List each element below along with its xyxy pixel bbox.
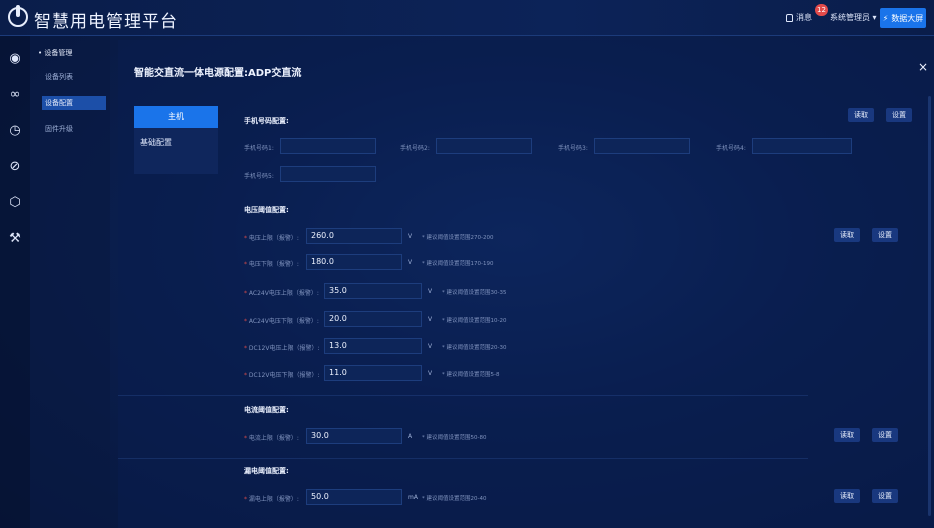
voltage-hint: * 建议阈值设置范围30-35 [442,290,507,296]
current-upper-input[interactable]: 30.0 [306,428,402,444]
section-divider [118,458,808,459]
voltage-row-label: * AC24V电压上限（报警）: [244,290,319,297]
phone-2-label: 手机号码2: [400,145,430,152]
leakage-upper-input[interactable]: 50.0 [306,489,402,505]
current-row-label: * 电流上限（报警）: [244,435,299,442]
nav-group-device[interactable]: • 设备管理 [38,48,72,58]
tab-basic-config[interactable]: 基础配置 [134,132,218,154]
current-unit: A [408,433,413,440]
voltage-set-button[interactable]: 设置 [872,228,898,242]
leakage-row-label: * 漏电上限（报警）: [244,496,299,503]
leakage-set-button[interactable]: 设置 [872,489,898,503]
ac24v-lower-input[interactable]: 20.0 [324,311,422,327]
phone-4-label: 手机号码4: [716,145,746,152]
current-hint: * 建议阈值设置范围50-80 [422,435,487,441]
side-nav: • 设备管理 设备列表 设备配置 固件升级 [30,36,110,528]
voltage-unit: V [428,343,433,350]
phone-section-title: 手机号码配置: [244,117,289,125]
tab-host[interactable]: 主机 [134,106,218,128]
user-menu[interactable]: 系统管理员 ▾ [830,12,877,23]
messages-button[interactable]: 消息 [786,12,812,23]
chevron-down-icon: ▾ [872,13,877,22]
current-set-button[interactable]: 设置 [872,428,898,442]
dialog-scrollbar[interactable] [928,96,931,516]
voltage-unit: V [428,288,433,295]
nav-item-firmware[interactable]: 固件升级 [42,122,106,136]
dc12v-upper-input[interactable]: 13.0 [324,338,422,354]
message-count-badge: 12 [815,4,828,16]
voltage-lower-input[interactable]: 180.0 [306,254,402,270]
phone-5-input[interactable] [280,166,376,182]
dialog-tabs: 主机 基础配置 [134,106,218,174]
phone-2-input[interactable] [436,138,532,154]
phone-1-label: 手机号码1: [244,145,274,152]
voltage-section-title: 电压阈值配置: [244,206,289,214]
top-bar: 智慧用电管理平台 消息 12 系统管理员 ▾ ⚡ 数据大屏 [0,0,934,36]
tools-icon[interactable]: ⚒ [8,232,22,246]
voltage-hint: * 建议阈值设置范围270-200 [422,235,494,241]
signal-icon[interactable]: ◉ [8,52,22,66]
phone-4-input[interactable] [752,138,852,154]
messages-label: 消息 [796,13,812,22]
voltage-hint: * 建议阈值设置范围20-30 [442,345,507,351]
nav-item-device-list[interactable]: 设备列表 [42,70,106,84]
voltage-row-label: * DC12V电压上限（报警）: [244,345,320,352]
nav-item-device-config[interactable]: 设备配置 [42,96,106,110]
big-screen-button[interactable]: ⚡ 数据大屏 [880,8,926,28]
voltage-unit: V [428,370,433,377]
config-dialog: 智能交直流一体电源配置:ADP交直流 × 主机 基础配置 手机号码配置: 读取 … [118,40,934,528]
cube-icon[interactable]: ⬡ [8,196,22,210]
voltage-hint: * 建议阈值设置范围170-190 [422,261,494,267]
voltage-upper-input[interactable]: 260.0 [306,228,402,244]
phone-3-input[interactable] [594,138,690,154]
voltage-hint: * 建议阈值设置范围10-20 [442,318,507,324]
voltage-hint: * 建议阈值设置范围5-8 [442,372,500,378]
dc12v-lower-input[interactable]: 11.0 [324,365,422,381]
phone-1-input[interactable] [280,138,376,154]
voltage-row-label: * 电压上限（报警）: [244,235,299,242]
leakage-section-title: 漏电阈值配置: [244,467,289,475]
big-screen-label: 数据大屏 [891,13,924,23]
voltage-unit: V [428,316,433,323]
current-section-title: 电流阈值配置: [244,406,289,414]
planet-icon[interactable]: ⊘ [8,160,22,174]
voltage-read-button[interactable]: 读取 [834,228,860,242]
leakage-hint: * 建议阈值设置范围20-40 [422,496,487,502]
leakage-read-button[interactable]: 读取 [834,489,860,503]
voltage-unit: V [408,259,413,266]
phone-3-label: 手机号码3: [558,145,588,152]
user-label: 系统管理员 [830,13,870,22]
bell-icon [786,13,793,22]
section-divider [118,395,808,396]
phone-read-button[interactable]: 读取 [848,108,874,122]
phone-set-button[interactable]: 设置 [886,108,912,122]
power-logo-icon [8,5,28,27]
leakage-unit: mA [408,494,418,501]
dialog-title: 智能交直流一体电源配置:ADP交直流 [134,68,302,79]
ac24v-upper-input[interactable]: 35.0 [324,283,422,299]
voltage-row-label: * DC12V电压下限（报警）: [244,372,320,379]
icon-rail: ◉ ∞ ◷ ⊘ ⬡ ⚒ [0,36,30,528]
link-icon[interactable]: ∞ [8,88,22,102]
voltage-row-label: * 电压下限（报警）: [244,261,299,268]
bolt-icon: ⚡ [882,13,889,23]
voltage-row-label: * AC24V电压下限（报警）: [244,318,319,325]
clock-icon[interactable]: ◷ [8,124,22,138]
current-read-button[interactable]: 读取 [834,428,860,442]
voltage-unit: V [408,233,413,240]
close-icon[interactable]: × [918,60,928,74]
phone-5-label: 手机号码5: [244,173,274,180]
app-title: 智慧用电管理平台 [34,12,178,32]
